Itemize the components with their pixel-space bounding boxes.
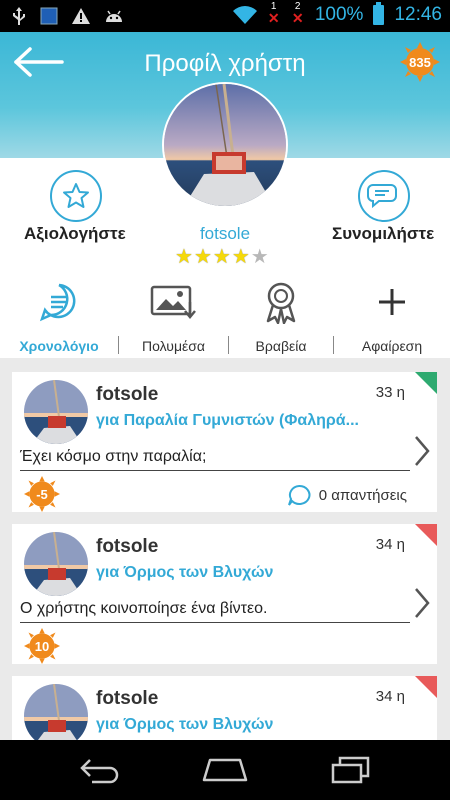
status-bar: 1 ✕ 2 ✕ 100% 12:46 — [0, 0, 450, 32]
star-icon: ★ — [231, 246, 250, 268]
timeline-icon — [39, 283, 76, 322]
star-icon: ★ — [193, 246, 212, 268]
android-icon — [106, 10, 122, 22]
media-icon — [150, 285, 196, 319]
chevron-right-icon[interactable] — [413, 434, 431, 468]
sim2-signal-icon: 2 ✕ — [291, 1, 304, 26]
author-name[interactable]: fotsole — [96, 536, 158, 558]
username: fotsole — [199, 224, 251, 243]
divider — [20, 470, 410, 471]
star-icon: ★ — [175, 246, 193, 268]
warning-icon — [72, 8, 90, 24]
rating-stars: ★ ★ ★ ★ ★ — [175, 244, 269, 269]
rate-button[interactable] — [50, 170, 102, 222]
score-badge: -5 — [24, 476, 60, 512]
status-corner — [415, 676, 437, 698]
post-age: 33 η — [375, 384, 405, 401]
score-value: 10 — [34, 638, 50, 654]
feed-item[interactable]: fotsole για Παραλία Γυμνιστών (Φαληρά...… — [12, 372, 437, 512]
clock: 12:46 — [394, 4, 442, 25]
award-icon — [266, 282, 296, 324]
chat-bubbles-icon — [367, 184, 397, 209]
score-value: -5 — [36, 486, 48, 502]
tab-remove[interactable]: Αφαίρεση — [334, 276, 450, 356]
recent-apps-icon[interactable] — [330, 756, 372, 784]
chevron-right-icon[interactable] — [413, 586, 431, 620]
feed-item[interactable]: fotsole για Όρμος των Βλυχών 34 η Ο χρήσ… — [12, 524, 437, 664]
author-avatar[interactable] — [24, 532, 88, 596]
place-link[interactable]: για Παραλία Γυμνιστών (Φαληρά... — [96, 412, 359, 430]
divider — [20, 622, 410, 623]
star-icon: ★ — [212, 246, 231, 268]
wifi-icon — [232, 6, 257, 24]
usb-icon — [13, 7, 25, 25]
points-value: 835 — [409, 54, 431, 70]
comment-icon — [287, 484, 311, 506]
post-age: 34 η — [375, 536, 405, 553]
replies-link[interactable]: 0 απαντήσεις — [287, 484, 407, 506]
star-outline-icon — [63, 183, 89, 208]
system-nav-bar — [0, 740, 450, 800]
tab-media[interactable]: Πολυμέσα — [119, 276, 228, 356]
profile-tabs: Χρονολόγιο Πολυμέσα Βραβεία Αφαίρεση — [0, 276, 450, 356]
app-notification-icon — [40, 7, 58, 25]
status-corner — [415, 524, 437, 546]
author-avatar[interactable] — [24, 684, 88, 740]
page-title: Προφίλ χρήστη — [144, 50, 306, 77]
back-icon[interactable] — [78, 756, 122, 784]
tab-label: Πολυμέσα — [142, 338, 205, 354]
tab-timeline[interactable]: Χρονολόγιο — [0, 276, 118, 356]
tab-awards[interactable]: Βραβεία — [229, 276, 333, 356]
profile-avatar[interactable] — [162, 82, 288, 208]
tab-label: Χρονολόγιο — [19, 338, 99, 354]
author-avatar[interactable] — [24, 380, 88, 444]
score-badge: 10 — [24, 628, 60, 664]
status-corner — [415, 372, 437, 394]
chat-button[interactable] — [358, 170, 410, 222]
star-empty-icon: ★ — [250, 246, 269, 268]
sim1-signal-icon: 1 ✕ — [267, 1, 280, 26]
plus-icon — [379, 289, 405, 315]
points-badge[interactable]: 835 — [400, 42, 440, 82]
replies-count: 0 απαντήσεις — [318, 486, 407, 504]
place-link[interactable]: για Όρμος των Βλυχών — [96, 716, 273, 734]
battery-icon — [373, 2, 385, 25]
home-icon[interactable] — [202, 756, 248, 784]
post-message: Έχει κόσμο στην παραλία; — [20, 448, 207, 465]
timeline-feed[interactable]: fotsole για Παραλία Γυμνιστών (Φαληρά...… — [0, 360, 450, 740]
tab-label: Βραβεία — [255, 338, 307, 354]
tab-label: Αφαίρεση — [361, 338, 423, 354]
author-name[interactable]: fotsole — [96, 688, 158, 710]
author-name[interactable]: fotsole — [96, 384, 158, 406]
battery-percent: 100% — [314, 4, 364, 25]
place-link[interactable]: για Όρμος των Βλυχών — [96, 564, 273, 582]
post-message: Ο χρήστης κοινοποίησε ένα βίντεο. — [20, 600, 268, 617]
post-age: 34 η — [375, 688, 405, 705]
feed-item[interactable]: fotsole για Όρμος των Βλυχών 34 η — [12, 676, 437, 740]
